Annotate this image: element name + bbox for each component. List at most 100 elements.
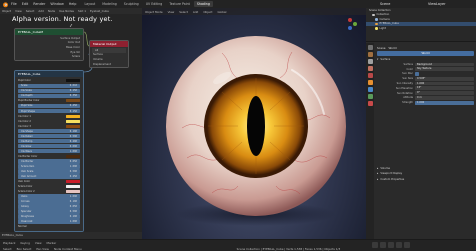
tl-menu-view[interactable]: View bbox=[35, 241, 42, 245]
world-tab-icon[interactable] bbox=[367, 73, 373, 78]
group-input-row[interactable]: Pupil Border Color bbox=[15, 99, 83, 103]
menu-render[interactable]: Render bbox=[33, 2, 45, 6]
object-tab-icon[interactable] bbox=[367, 80, 373, 85]
expand-icon: ▾ bbox=[377, 58, 379, 61]
material-output-node[interactable]: Material Output All Surface Volume Displ… bbox=[89, 40, 129, 69]
properties-breadcrumb: Scene World bbox=[377, 45, 474, 50]
render-tab-icon[interactable] bbox=[367, 52, 373, 57]
jump-start-icon[interactable] bbox=[372, 242, 378, 248]
jump-end-icon[interactable] bbox=[404, 242, 410, 248]
group-input-row[interactable]: Iris Wave 1.000 bbox=[18, 149, 80, 154]
color-swatch[interactable] bbox=[66, 154, 80, 158]
scene-tab-icon[interactable] bbox=[367, 66, 373, 71]
group-input-row[interactable]: Iris Color 2 bbox=[15, 119, 83, 123]
color-swatch[interactable] bbox=[66, 79, 80, 83]
group-input-row[interactable]: Roughness 0.100 bbox=[18, 214, 80, 219]
color-swatch[interactable] bbox=[66, 184, 80, 188]
group-input-row[interactable]: Specular 0.500 bbox=[18, 209, 80, 214]
menu-file[interactable]: File bbox=[11, 2, 17, 6]
outliner-row[interactable]: Light bbox=[366, 26, 476, 31]
color-swatch[interactable] bbox=[66, 99, 80, 103]
sun-disc-checkbox[interactable] bbox=[415, 72, 419, 76]
play-icon[interactable] bbox=[388, 242, 394, 248]
group-input-row[interactable]: Iris Bump 0.200 bbox=[18, 138, 80, 144]
group-input-row[interactable]: Sclera Color bbox=[15, 184, 83, 188]
tab-sculpting[interactable]: Sculpting bbox=[121, 1, 142, 7]
tl-menu-keying[interactable]: Keying bbox=[20, 241, 29, 245]
tool-tab-icon[interactable] bbox=[367, 45, 373, 50]
group-input-row[interactable]: Vein Amount 0.250 bbox=[18, 174, 80, 179]
color-swatch[interactable] bbox=[66, 114, 80, 118]
group-input-row[interactable]: Iris Glow 0.000 bbox=[18, 144, 80, 149]
color-swatch[interactable] bbox=[66, 124, 80, 128]
material-tab-icon[interactable] bbox=[367, 101, 373, 106]
next-key-icon[interactable] bbox=[396, 242, 402, 248]
group-input-row[interactable]: Pupil Shape 0.150 bbox=[18, 108, 80, 114]
scene-selector[interactable]: Scene bbox=[380, 2, 390, 6]
group-input-row[interactable]: Sclera Vein 1.000 bbox=[18, 164, 80, 169]
group-input-row[interactable]: Iris Border Color bbox=[15, 154, 83, 158]
group-input-row[interactable]: Sclera Color 2 bbox=[15, 189, 83, 193]
status-hint-select: Select bbox=[3, 247, 12, 251]
group-input-row[interactable]: Veins 1.000 bbox=[18, 194, 80, 199]
tab-modeling[interactable]: Modeling bbox=[99, 1, 120, 7]
modifier-tab-icon[interactable] bbox=[367, 87, 373, 92]
group-input-row[interactable]: Iris Color 3 bbox=[15, 124, 83, 128]
group-input-row[interactable]: Cornea 0.100 bbox=[18, 199, 80, 204]
tl-menu-playback[interactable]: Playback bbox=[3, 241, 15, 245]
status-hint-box-select: Box Select bbox=[16, 247, 32, 251]
group-input-row[interactable]: Iris Color 1 bbox=[15, 114, 83, 118]
tl-menu-marker[interactable]: Marker bbox=[47, 241, 57, 245]
data-tab-icon[interactable] bbox=[367, 94, 373, 99]
group-input-row[interactable]: Scale 0.010 bbox=[18, 83, 80, 89]
eyeball-group-node[interactable]: EYEBALL_Cube Pupil Color Scale 0.010 Iris… bbox=[14, 70, 84, 232]
group-input-row[interactable]: Pupil Color bbox=[15, 79, 83, 83]
group-input-row[interactable]: Vein Color bbox=[15, 179, 83, 183]
group-input-row[interactable]: Normal bbox=[15, 225, 83, 229]
output-tab-icon[interactable] bbox=[367, 59, 373, 64]
custom-properties-panel-header[interactable]: ▸ Custom Properties bbox=[377, 177, 474, 182]
camera-icon bbox=[375, 18, 378, 21]
outliner[interactable]: Scene Collection Collection Camera EYEBA… bbox=[366, 8, 476, 42]
volume-panel-header[interactable]: ▸ Volume bbox=[377, 166, 474, 171]
group-input-row[interactable]: Pupil Size 0.450 bbox=[18, 103, 80, 109]
surface-shader-field[interactable]: Background bbox=[415, 62, 474, 67]
status-hint-pan: Pan View bbox=[36, 247, 49, 251]
menu-help[interactable]: Help bbox=[69, 2, 77, 6]
color-swatch[interactable] bbox=[66, 119, 80, 123]
group-input-row[interactable]: Iris Shape 0.100 bbox=[18, 128, 80, 134]
viewport-display-panel-header[interactable]: ▸ Viewport Display bbox=[377, 171, 474, 176]
group-input-row[interactable]: Glossy 0.050 bbox=[18, 204, 80, 209]
tab-layout[interactable]: Layout bbox=[81, 1, 98, 7]
color-swatch[interactable] bbox=[66, 190, 80, 193]
group-input-row[interactable]: Clearcoat 1.000 bbox=[18, 219, 80, 224]
group-input-row[interactable]: Vein Scale 0.500 bbox=[18, 169, 80, 174]
tab-texture-paint[interactable]: Texture Paint bbox=[166, 1, 193, 7]
color-swatch[interactable] bbox=[66, 179, 80, 183]
menu-window[interactable]: Window bbox=[50, 2, 63, 6]
right-editor-area: Scene Collection Collection Camera EYEBA… bbox=[366, 8, 476, 239]
blender-logo-icon[interactable] bbox=[2, 1, 9, 8]
menu-edit[interactable]: Edit bbox=[22, 2, 29, 6]
group-input-row[interactable]: Iris Detail 0.500 bbox=[18, 133, 80, 139]
group-input-row[interactable]: Iris Scale 0.150 bbox=[18, 88, 80, 94]
world-datablock-button[interactable]: World bbox=[377, 51, 474, 56]
collection-icon bbox=[372, 13, 375, 16]
prev-key-icon[interactable] bbox=[380, 242, 386, 248]
group-input-row[interactable]: Iris Depth 0.350 bbox=[18, 93, 80, 99]
node-socket-row[interactable]: Sclera bbox=[15, 54, 83, 59]
group-input-row[interactable]: Iris Border 0.050 bbox=[18, 159, 80, 164]
eyeball-render bbox=[166, 36, 346, 226]
node-socket-row[interactable]: Displacement bbox=[90, 62, 128, 67]
breadcrumb-scene: Scene bbox=[377, 45, 386, 50]
group-material-node[interactable]: EYEBALL_CubeM Surface Output Color Out B… bbox=[14, 28, 84, 61]
view-layer-selector[interactable]: ViewLayer bbox=[428, 2, 446, 6]
tab-uv-editing[interactable]: UV Editing bbox=[143, 1, 166, 7]
3d-viewport[interactable]: Object Mode View Select Add Object Globa… bbox=[142, 8, 366, 239]
shader-node-editor[interactable]: Object View Select Add Node Use Nodes Sl… bbox=[0, 8, 142, 239]
properties-tabs bbox=[366, 43, 374, 239]
tab-shading[interactable]: Shading bbox=[193, 1, 213, 7]
status-hint-context: Node Context Menu bbox=[53, 247, 82, 251]
collapse-icon: ▸ bbox=[377, 166, 379, 170]
